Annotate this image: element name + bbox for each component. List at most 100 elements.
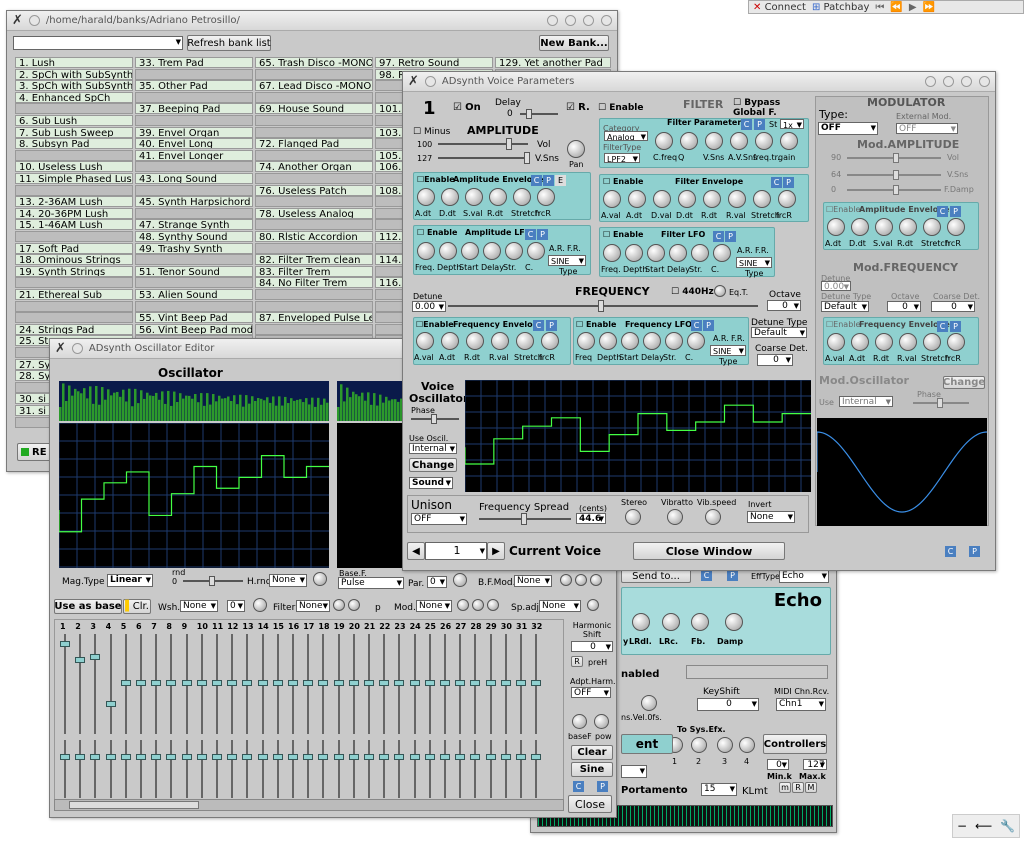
bank-slot[interactable] [255,242,373,254]
harmonic-mag-thumb[interactable] [531,680,542,686]
harmonic-mag-thumb[interactable] [227,680,238,686]
arrow-icon[interactable]: ⟵ [975,819,992,833]
bank-slot[interactable]: 45. Synth Harpsichord [135,196,253,208]
spadj-knob[interactable] [587,599,599,611]
spread-slider[interactable] [479,513,571,525]
harmonic-phase-slider[interactable] [292,740,294,798]
harmonic-mag-thumb[interactable] [212,680,222,686]
vol-slider-thumb[interactable] [506,138,512,150]
amp-env-enable[interactable]: ☐Enable [417,175,455,184]
bank-slot[interactable]: 48. Synthy Sound [135,231,253,242]
adpt-harm-select[interactable]: OFF [571,687,611,698]
harmonic-mag-thumb[interactable] [105,701,116,708]
minus-icon[interactable]: − [957,819,967,833]
harmonic-phase-thumb[interactable] [440,754,450,760]
voice-paste-button[interactable]: P [969,546,980,557]
harmonic-phase-slider[interactable] [246,740,249,798]
harmonic-mag-thumb[interactable] [409,680,420,686]
phase-slider[interactable] [411,414,459,424]
bank-slot[interactable]: 47. Strange Synth [135,219,253,231]
harmonic-phase-slider[interactable] [504,740,507,798]
forward-icon[interactable]: ⏩ [923,2,935,13]
freq-env-knob[interactable] [416,332,434,350]
filter-lfo-knob[interactable] [713,244,731,262]
harmonic-phase-slider[interactable] [337,740,340,798]
bank-slot[interactable] [255,126,373,138]
bfmod-knob-2[interactable] [575,574,587,586]
unison-select[interactable]: OFF [411,513,467,525]
freq-lfo-knob[interactable] [577,332,595,350]
freq-lfo-knob[interactable] [621,332,639,350]
harmonics-scrollbar[interactable] [54,799,564,811]
bank-slot[interactable] [255,196,373,208]
harmonic-phase-thumb[interactable] [333,754,344,760]
spadj-select[interactable]: None [539,600,581,612]
freq-lfo-type-select[interactable]: SINE [710,345,746,356]
mag-type-select[interactable]: Linear [107,574,153,587]
filter-enable[interactable]: ☐ Enable [598,103,643,113]
slider-thumb[interactable] [893,153,899,163]
freq-lfo-knob[interactable] [599,332,617,350]
harmonic-phase-thumb[interactable] [348,754,359,760]
wsh-knob[interactable] [253,598,267,612]
filter-env-knob[interactable] [753,190,771,208]
harmonic-mag-thumb[interactable] [424,680,435,686]
filter-env-knob[interactable] [653,190,671,208]
harmonic-mag-slider[interactable] [94,634,97,734]
delay-slider-thumb[interactable] [526,109,532,119]
mod-freq-env-knob[interactable] [851,333,869,351]
bank-slot[interactable] [15,184,133,196]
filter-lfo-copy[interactable]: C [713,231,724,242]
harmonic-phase-slider[interactable] [155,740,158,798]
connect-button[interactable]: ✕ Connect [753,2,806,13]
freq-lfo-knob[interactable] [665,332,683,350]
minimize-button[interactable] [961,76,972,87]
harmonic-phase-slider[interactable] [444,740,446,798]
harmonic-phase-thumb[interactable] [531,754,542,760]
harmonic-phase-slider[interactable] [261,740,264,798]
filter-env-knob[interactable] [703,190,721,208]
harmonic-phase-thumb[interactable] [455,754,466,760]
filter-env-paste[interactable]: P [783,177,794,188]
harmonic-mag-thumb[interactable] [257,680,268,686]
invert-select[interactable]: None [747,511,795,523]
bank-slot[interactable]: 18. Ominous Strings [15,254,133,266]
filter-paste[interactable]: P [754,119,765,130]
filter-knob[interactable] [755,132,773,150]
harmonic-mag-slider[interactable] [109,634,112,734]
shade-button[interactable] [547,15,558,26]
bank-slot[interactable] [255,149,373,161]
par-knob[interactable] [453,573,467,587]
bank-slot[interactable] [135,300,253,312]
harmonic-mag-thumb[interactable] [136,680,146,686]
shade-button[interactable] [925,76,936,87]
filter-knob[interactable] [730,132,748,150]
aux-select[interactable] [621,765,647,778]
harmonic-phase-slider[interactable] [428,740,431,798]
mod-coarse-counter[interactable]: 0 [931,301,975,312]
bank-slot[interactable]: 2. SpCh with SubSynth [15,68,133,80]
harmonic-phase-slider[interactable] [109,740,112,798]
sysefx-knob-3[interactable] [717,737,733,753]
harmonic-phase-thumb[interactable] [485,754,496,760]
filter-select[interactable]: None [296,600,330,612]
patchbay-button[interactable]: ⊞ Patchbay [812,2,869,13]
close-osc-button[interactable]: Close [568,795,612,813]
bank-slot[interactable]: 43. Long Sound [135,173,253,184]
octave-counter[interactable]: 0 [767,300,801,311]
vibspeed-knob[interactable] [705,509,721,525]
bank-slot[interactable]: 69. House Sound [255,103,373,115]
slider-thumb[interactable] [937,398,943,408]
harmonic-phase-slider[interactable] [413,740,416,798]
bank-slot[interactable]: 40. Envel Long [135,138,253,150]
bank-slot[interactable]: 67. Lead Disco -MONO [255,80,373,92]
bank-slot[interactable]: 129. Yet another Pad [495,57,611,68]
bank-slot[interactable] [135,68,253,80]
bank-slot[interactable]: 65. Trash Disco -MONO [255,57,373,68]
harmonic-phase-slider[interactable] [383,740,386,798]
echo-knob-1[interactable] [632,613,650,631]
harmonic-mag-thumb[interactable] [242,680,253,686]
harmonic-shift-field[interactable]: 0 [571,641,613,652]
mod-knob-3[interactable] [487,599,499,611]
wrench-icon[interactable]: 🔧 [1000,819,1015,833]
